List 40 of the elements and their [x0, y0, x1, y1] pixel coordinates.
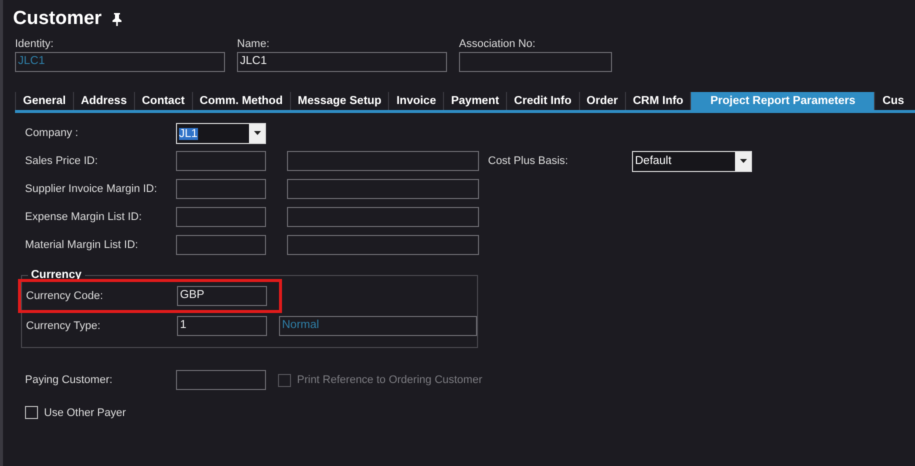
text-field[interactable] — [176, 207, 266, 227]
text-field[interactable]: JLC1 — [15, 52, 225, 72]
tab[interactable]: Message Setup — [290, 92, 388, 110]
tab[interactable]: CRM Info — [624, 92, 690, 110]
text-field[interactable] — [176, 370, 266, 390]
field-label: Name: — [237, 38, 270, 50]
field-label: Supplier Invoice Margin ID: — [25, 183, 158, 195]
text-field[interactable] — [176, 235, 266, 255]
text-field[interactable] — [176, 179, 266, 199]
field-label: Company : — [25, 127, 80, 139]
checkbox-label: Use Other Payer — [44, 406, 126, 418]
field-label: Currency Type: — [26, 320, 102, 332]
field-label: Sales Price ID: — [25, 155, 99, 167]
company-combobox[interactable]: JL1 — [176, 122, 266, 144]
text-field[interactable] — [287, 179, 479, 199]
caret-icon — [254, 131, 260, 135]
checkbox-label: Print Reference to Ordering Customer — [297, 374, 482, 386]
tab[interactable]: Project Report Parameters — [690, 92, 874, 110]
page-title: Customer — [13, 8, 102, 30]
field-label: Expense Margin List ID: — [25, 211, 143, 223]
text-field[interactable] — [287, 207, 479, 227]
field-label: Identity: — [15, 38, 55, 50]
caret-icon — [740, 159, 746, 163]
text-field[interactable]: JLC1 — [237, 52, 447, 72]
text-field[interactable] — [459, 52, 612, 72]
description-field: Normal — [279, 316, 477, 336]
pin-icon[interactable] — [112, 12, 122, 26]
field-label: Association No: — [459, 38, 536, 50]
text-field[interactable] — [287, 235, 479, 255]
field-label: Material Margin List ID: — [25, 239, 140, 251]
text-field[interactable] — [176, 151, 266, 171]
field-label: Paying Customer: — [25, 374, 114, 386]
group-title: Currency — [30, 269, 82, 281]
dropdown[interactable]: Default — [632, 150, 752, 172]
text-field[interactable]: 1 — [177, 316, 267, 336]
checkbox[interactable] — [25, 406, 38, 419]
text-field[interactable] — [287, 151, 479, 171]
field-label: Cost Plus Basis: — [488, 155, 570, 167]
text-field[interactable]: GBP — [177, 286, 267, 306]
field-label: Currency Code: — [26, 290, 104, 302]
